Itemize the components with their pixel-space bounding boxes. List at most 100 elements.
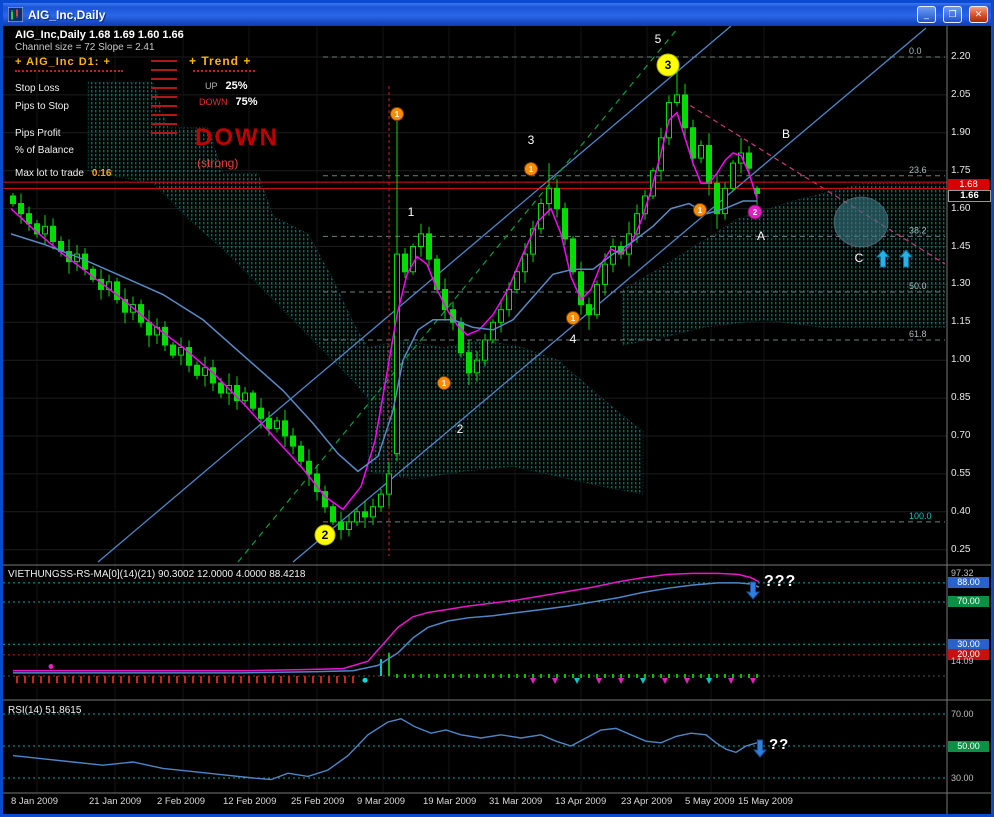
pips-profit-label: Pips Profit — [15, 128, 61, 139]
time-axis-label[interactable]: 13 Apr 2009 — [555, 796, 606, 807]
rsi-label: RSI(14) 51.8615 — [8, 705, 82, 716]
time-axis-label[interactable]: 21 Jan 2009 — [89, 796, 141, 807]
time-axis-label[interactable]: 8 Jan 2009 — [11, 796, 58, 807]
indicator1-label: VIETHUNGSS-RS-MA[0](14)(21) 90.3002 12.0… — [8, 569, 306, 580]
time-axis-label[interactable]: 19 Mar 2009 — [423, 796, 476, 807]
price-scale-label[interactable]: 0.40 — [951, 506, 970, 517]
histogram-dot-green — [452, 674, 454, 678]
price-scale-label[interactable]: 2.05 — [951, 89, 970, 100]
price-scale-label[interactable]: 0.70 — [951, 430, 970, 441]
histogram-bar-red — [240, 676, 242, 683]
chart-area[interactable]: 0.0 23.6 38.2 50.0 61.8 100.0 1 2 3 4 5 A B C 3 2 1 1 1 1 1 2… — [3, 26, 991, 814]
magenta-circle-number: 2 — [753, 208, 758, 217]
histogram-dot-green — [636, 674, 638, 678]
price-scale-label[interactable]: 0.25 — [951, 544, 970, 555]
pips-to-stop-label: Pips to Stop — [15, 101, 69, 112]
histogram-bar-red — [208, 676, 210, 683]
histogram-dot-green — [548, 674, 550, 678]
time-axis-label[interactable]: 5 May 2009 — [685, 796, 735, 807]
chart-icon — [7, 6, 24, 23]
histogram-dot-green — [428, 674, 430, 678]
price-scale-label[interactable]: 1.75 — [951, 165, 970, 176]
indicator1-scale-label[interactable]: 14.09 — [948, 656, 989, 667]
price-scale-label[interactable]: 2.20 — [951, 51, 970, 62]
histogram-dot-green — [732, 674, 734, 678]
histogram-bar-red — [256, 676, 258, 683]
histogram-bar-red — [296, 676, 298, 683]
wave-label: 3 — [528, 133, 535, 147]
minimize-button[interactable]: _ — [917, 6, 936, 23]
highlight-ellipse[interactable] — [833, 196, 889, 248]
histogram-dot-green — [468, 674, 470, 678]
titlebar[interactable]: AIG_Inc,Daily _ ❐ ✕ — [3, 3, 991, 26]
time-axis-label[interactable]: 12 Feb 2009 — [223, 796, 276, 807]
restore-button[interactable]: ❐ — [943, 6, 962, 23]
time-axis-label[interactable]: 25 Feb 2009 — [291, 796, 344, 807]
signal-arrow-down — [684, 678, 690, 684]
histogram-dot-green — [556, 674, 558, 678]
histogram-bar-red — [96, 676, 98, 683]
fib-level-label: 0.0 — [909, 46, 922, 56]
histogram-bar-red — [112, 676, 114, 683]
histogram-bar-red — [128, 676, 130, 683]
trend-up-row: UP 25% — [205, 80, 248, 92]
histogram-bar-red — [32, 676, 34, 683]
rsi-scale-label[interactable]: 50.00 — [948, 740, 989, 752]
histogram-dot-green — [412, 674, 414, 678]
histogram-bar-red — [344, 676, 346, 683]
window-title: AIG_Inc,Daily — [28, 7, 106, 22]
close-button[interactable]: ✕ — [969, 6, 988, 23]
down-arrow[interactable] — [745, 581, 761, 600]
indicator1-scale-label[interactable]: 30.00 — [948, 638, 989, 650]
histogram-bar-red — [248, 676, 250, 683]
histogram-bar-red — [16, 676, 18, 683]
rsi-scale-label[interactable]: 30.00 — [948, 773, 989, 784]
trend-down-label: DOWN — [199, 97, 228, 107]
app-window: AIG_Inc,Daily _ ❐ ✕ 0.0 23.6 38.2 50.0 61.8 1… — [0, 0, 994, 817]
trend-panel-title: + Trend + — [189, 54, 252, 68]
time-axis-label[interactable]: 9 Mar 2009 — [357, 796, 405, 807]
red-dash-marker — [151, 96, 177, 98]
orange-circle-number: 1 — [442, 379, 447, 388]
histogram-bar-red — [64, 676, 66, 683]
histogram-bar-red — [200, 676, 202, 683]
time-axis-label[interactable]: 31 Mar 2009 — [489, 796, 542, 807]
time-axis-label[interactable]: 23 Apr 2009 — [621, 796, 672, 807]
histogram-bar-red — [264, 676, 266, 683]
orange-circle-number: 1 — [529, 165, 534, 174]
red-dash-marker — [151, 105, 177, 107]
price-scale-label[interactable]: 1.15 — [951, 316, 970, 327]
indicator1-scale-label[interactable]: 88.00 — [948, 577, 989, 589]
histogram-dot-green — [756, 674, 758, 678]
trend-down-row: DOWN 75% — [199, 96, 258, 108]
price-scale-label[interactable]: 1.45 — [951, 241, 970, 252]
chart-canvas: 0.0 23.6 38.2 50.0 61.8 100.0 1 2 3 4 5 A B C 3 2 1 1 1 1 1 2 — [3, 26, 991, 814]
histogram-dot-green — [532, 674, 534, 678]
histogram-bar-red — [192, 676, 194, 683]
histogram-dot-green — [700, 674, 702, 678]
histogram-bar-red — [232, 676, 234, 683]
rsi-scale-label[interactable]: 70.00 — [948, 709, 989, 720]
histogram-bar-red — [56, 676, 58, 683]
histogram-bar-red — [272, 676, 274, 683]
time-axis-label[interactable]: 15 May 2009 — [738, 796, 793, 807]
wave-label: 1 — [408, 205, 415, 219]
histogram-bar-tall — [380, 659, 382, 676]
fib-level-label: 100.0 — [909, 511, 932, 521]
indicator1-scale-label[interactable]: 70.00 — [948, 596, 989, 608]
price-scale-label[interactable]: 0.55 — [951, 468, 970, 479]
price-scale-label[interactable]: 0.85 — [951, 392, 970, 403]
price-scale-label[interactable]: 1.60 — [951, 203, 970, 214]
histogram-dot-green — [492, 674, 494, 678]
histogram-dot-green — [484, 674, 486, 678]
rsi-question-annotation: ?? — [769, 736, 790, 753]
yellow-circle-number: 2 — [322, 528, 329, 542]
price-scale-label[interactable]: 1.90 — [951, 127, 970, 138]
histogram-dot-green — [604, 674, 606, 678]
stop-loss-label: Stop Loss — [15, 83, 60, 94]
histogram-dot-green — [572, 674, 574, 678]
time-axis-label[interactable]: 2 Feb 2009 — [157, 796, 205, 807]
histogram-dot-green — [404, 674, 406, 678]
price-scale-label[interactable]: 1.30 — [951, 278, 970, 289]
price-scale-label[interactable]: 1.00 — [951, 354, 970, 365]
